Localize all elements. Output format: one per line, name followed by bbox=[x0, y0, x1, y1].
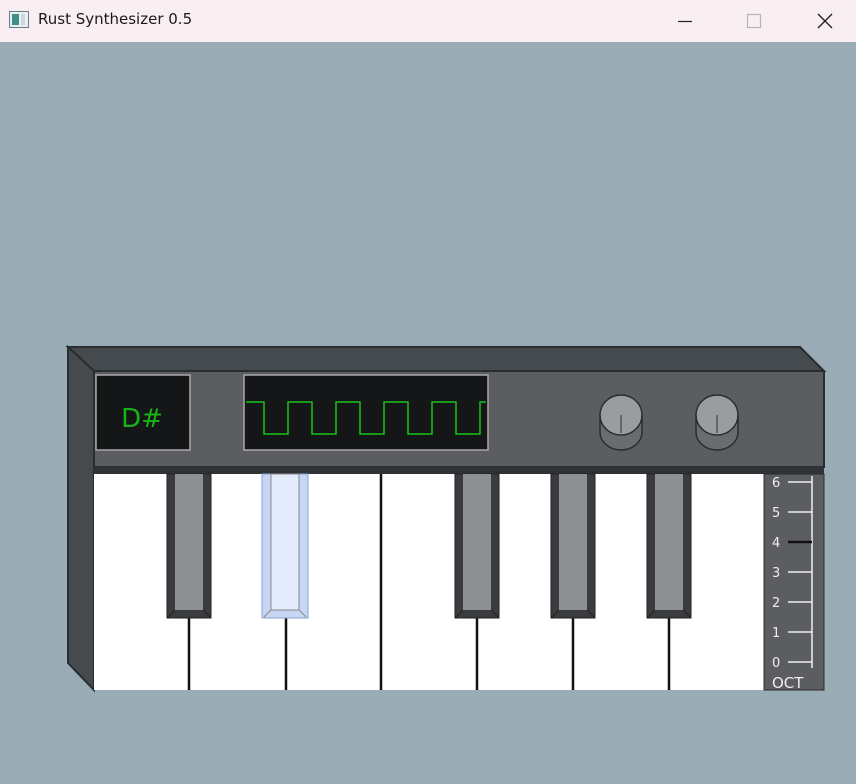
black-key-d-sharp-pressed[interactable] bbox=[261, 473, 309, 619]
octave-selector[interactable]: 6 5 4 3 2 1 0 OCT bbox=[763, 473, 825, 692]
octave-label: OCT bbox=[772, 674, 804, 692]
black-key-c-sharp[interactable] bbox=[166, 473, 212, 619]
octave-tick-0: 0 bbox=[772, 656, 780, 671]
note-display: D# bbox=[95, 374, 191, 451]
octave-tick-1: 1 bbox=[772, 626, 780, 641]
note-display-text: D# bbox=[121, 404, 163, 434]
synthesizer-canvas: D# 6 5 4 3 2 1 0 OCT bbox=[65, 344, 827, 693]
octave-tick-4: 4 bbox=[772, 536, 780, 551]
knob-2[interactable] bbox=[695, 394, 739, 451]
black-key-g-sharp[interactable] bbox=[550, 473, 596, 619]
black-key-a-sharp[interactable] bbox=[646, 473, 692, 619]
octave-tick-2: 2 bbox=[772, 596, 780, 611]
octave-tick-3: 3 bbox=[772, 566, 780, 581]
black-key-f-sharp[interactable] bbox=[454, 473, 500, 619]
knob-1[interactable] bbox=[599, 394, 643, 451]
octave-tick-6: 6 bbox=[772, 476, 780, 491]
octave-tick-5: 5 bbox=[772, 506, 780, 521]
waveform-display bbox=[243, 374, 489, 451]
